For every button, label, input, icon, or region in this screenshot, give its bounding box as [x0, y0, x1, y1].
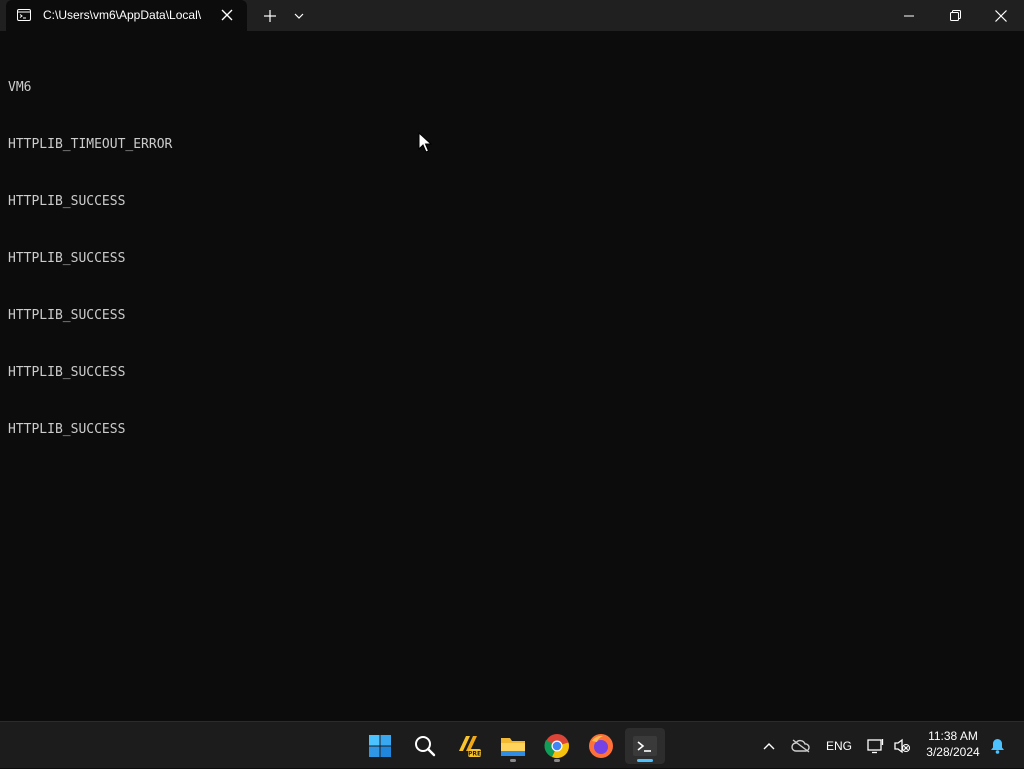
terminal-tab[interactable]: C:\Users\vm6\AppData\Local\ [6, 0, 247, 31]
terminal-line: HTTPLIB_SUCCESS [8, 251, 126, 266]
restore-button[interactable] [932, 0, 978, 31]
tab-title: C:\Users\vm6\AppData\Local\ [43, 8, 202, 22]
cloud-offline-icon [791, 738, 810, 753]
taskbar-app-firefox[interactable] [581, 728, 621, 764]
volume-muted-icon [894, 738, 911, 753]
firefox-icon [589, 734, 613, 758]
app-open-indicator [510, 759, 516, 762]
title-bar[interactable]: C:\Users\vm6\AppData\Local\ [0, 0, 1024, 31]
bell-icon [990, 738, 1004, 754]
restore-icon [949, 10, 961, 21]
chevron-up-icon [763, 742, 775, 749]
terminal-line: HTTPLIB_TIMEOUT_ERROR [8, 137, 173, 152]
start-button[interactable] [360, 728, 400, 764]
minimize-button[interactable] [886, 0, 932, 31]
terminal-icon [633, 736, 657, 756]
taskbar-app-chrome[interactable] [537, 728, 577, 764]
plus-icon [264, 9, 276, 22]
clock-time: 11:38 AM [928, 729, 978, 743]
terminal-line: HTTPLIB_SUCCESS [8, 194, 126, 209]
terminal-window: C:\Users\vm6\AppData\Local\ VM6 HTTPLIB_… [0, 0, 1024, 721]
app-open-indicator [554, 759, 560, 762]
svg-text:PRE: PRE [468, 751, 481, 758]
network-button[interactable] [864, 722, 888, 769]
tab-dropdown-button[interactable] [288, 0, 310, 31]
mouse-pointer-icon [418, 132, 432, 153]
taskbar-app-file-explorer[interactable] [493, 728, 533, 764]
network-icon [867, 738, 884, 753]
notifications-button[interactable] [986, 722, 1008, 769]
onedrive-button[interactable] [788, 722, 814, 769]
terminal-icon [17, 9, 31, 21]
close-tab-icon[interactable] [220, 8, 234, 22]
language-label: ENG [825, 738, 852, 753]
minimize-icon [904, 15, 914, 16]
taskbar-app-terminal[interactable] [625, 728, 665, 764]
file-explorer-icon [501, 738, 525, 756]
taskbar: PRE ENG 11:38 AM 3/28/2024 [0, 721, 1024, 768]
chrome-icon [544, 734, 569, 759]
clock-button[interactable]: 11:38 AM 3/28/2024 [918, 728, 988, 760]
pre-release-app-icon: PRE [459, 736, 481, 758]
search-icon [415, 736, 436, 757]
search-button[interactable] [405, 728, 445, 764]
terminal-line: VM6 [8, 80, 32, 95]
volume-button[interactable] [890, 722, 914, 769]
close-icon [995, 9, 1007, 22]
terminal-line: HTTPLIB_SUCCESS [8, 308, 126, 323]
language-indicator[interactable]: ENG [822, 722, 856, 769]
terminal-line: HTTPLIB_SUCCESS [8, 422, 126, 437]
chevron-down-icon [294, 13, 304, 19]
terminal-output[interactable]: VM6 HTTPLIB_TIMEOUT_ERROR HTTPLIB_SUCCES… [8, 40, 172, 477]
new-tab-button[interactable] [258, 0, 282, 31]
taskbar-app-pre-release[interactable]: PRE [449, 728, 489, 764]
windows-start-icon [369, 735, 391, 757]
terminal-line: HTTPLIB_SUCCESS [8, 365, 126, 380]
close-window-button[interactable] [978, 0, 1024, 31]
show-hidden-icons-button[interactable] [758, 722, 780, 769]
clock-date: 3/28/2024 [926, 745, 980, 759]
app-focus-indicator [637, 759, 653, 762]
